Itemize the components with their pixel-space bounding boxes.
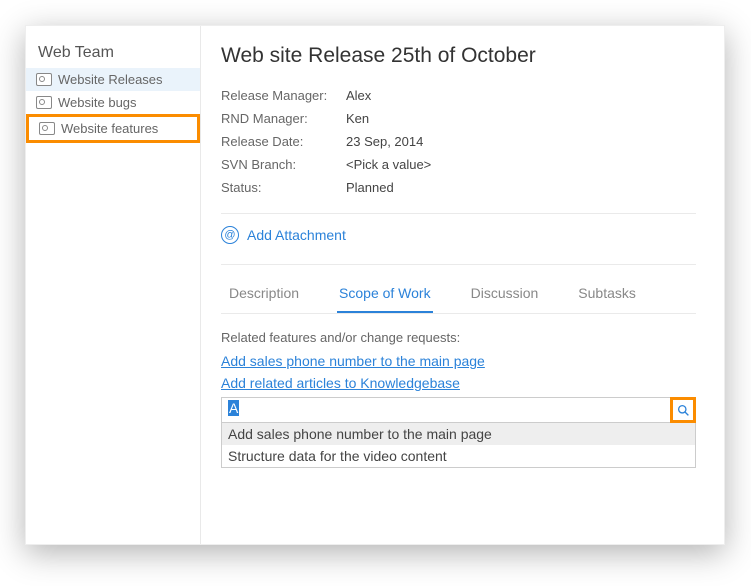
autocomplete-option[interactable]: Structure data for the video content — [222, 445, 695, 467]
search-icon — [677, 404, 690, 417]
tab-subtasks[interactable]: Subtasks — [576, 275, 638, 313]
add-attachment-button[interactable]: @ Add Attachment — [221, 224, 696, 250]
field-svn-branch: SVN Branch: <Pick a value> — [221, 153, 696, 176]
add-attachment-label: Add Attachment — [247, 227, 346, 243]
tab-scope-of-work[interactable]: Scope of Work — [337, 275, 433, 313]
related-link[interactable]: Add sales phone number to the main page — [221, 353, 696, 369]
field-rnd-manager: RND Manager: Ken — [221, 107, 696, 130]
tabs: Description Scope of Work Discussion Sub… — [221, 275, 696, 314]
sidebar-item-label: Website features — [61, 121, 158, 136]
field-release-date: Release Date: 23 Sep, 2014 — [221, 130, 696, 153]
sidebar-item-website-bugs[interactable]: Website bugs — [26, 91, 200, 114]
sidebar-item-website-features[interactable]: Website features — [26, 114, 200, 143]
field-label: Release Date: — [221, 134, 346, 149]
field-release-manager: Release Manager: Alex — [221, 84, 696, 107]
field-label: Status: — [221, 180, 346, 195]
folder-icon — [39, 122, 55, 135]
search-row: A — [221, 397, 696, 423]
sidebar-title: Web Team — [26, 44, 200, 68]
search-input-text: A — [228, 400, 239, 416]
field-label: SVN Branch: — [221, 157, 346, 172]
page-title: Web site Release 25th of October — [221, 44, 696, 68]
search-button[interactable] — [670, 397, 696, 423]
divider — [221, 213, 696, 214]
folder-icon — [36, 96, 52, 109]
field-value[interactable]: Ken — [346, 111, 369, 126]
divider — [221, 264, 696, 265]
field-value[interactable]: Planned — [346, 180, 394, 195]
field-value[interactable]: Alex — [346, 88, 371, 103]
search-input[interactable]: A — [221, 397, 671, 423]
related-link[interactable]: Add related articles to Knowledgebase — [221, 375, 696, 391]
sidebar: Web Team Website Releases Website bugs W… — [26, 26, 201, 544]
sidebar-item-website-releases[interactable]: Website Releases — [26, 68, 200, 91]
app-window: Web Team Website Releases Website bugs W… — [25, 25, 725, 545]
tab-discussion[interactable]: Discussion — [469, 275, 541, 313]
autocomplete-option[interactable]: Add sales phone number to the main page — [222, 423, 695, 445]
main-content: Web site Release 25th of October Release… — [201, 26, 724, 544]
field-label: Release Manager: — [221, 88, 346, 103]
field-value[interactable]: <Pick a value> — [346, 157, 431, 172]
autocomplete-dropdown: Add sales phone number to the main page … — [221, 423, 696, 468]
folder-icon — [36, 73, 52, 86]
field-status: Status: Planned — [221, 176, 696, 199]
field-value[interactable]: 23 Sep, 2014 — [346, 134, 423, 149]
tab-description[interactable]: Description — [227, 275, 301, 313]
sidebar-item-label: Website bugs — [58, 95, 137, 110]
attachment-icon: @ — [221, 226, 239, 244]
field-label: RND Manager: — [221, 111, 346, 126]
sidebar-item-label: Website Releases — [58, 72, 163, 87]
related-features-label: Related features and/or change requests: — [221, 330, 696, 345]
